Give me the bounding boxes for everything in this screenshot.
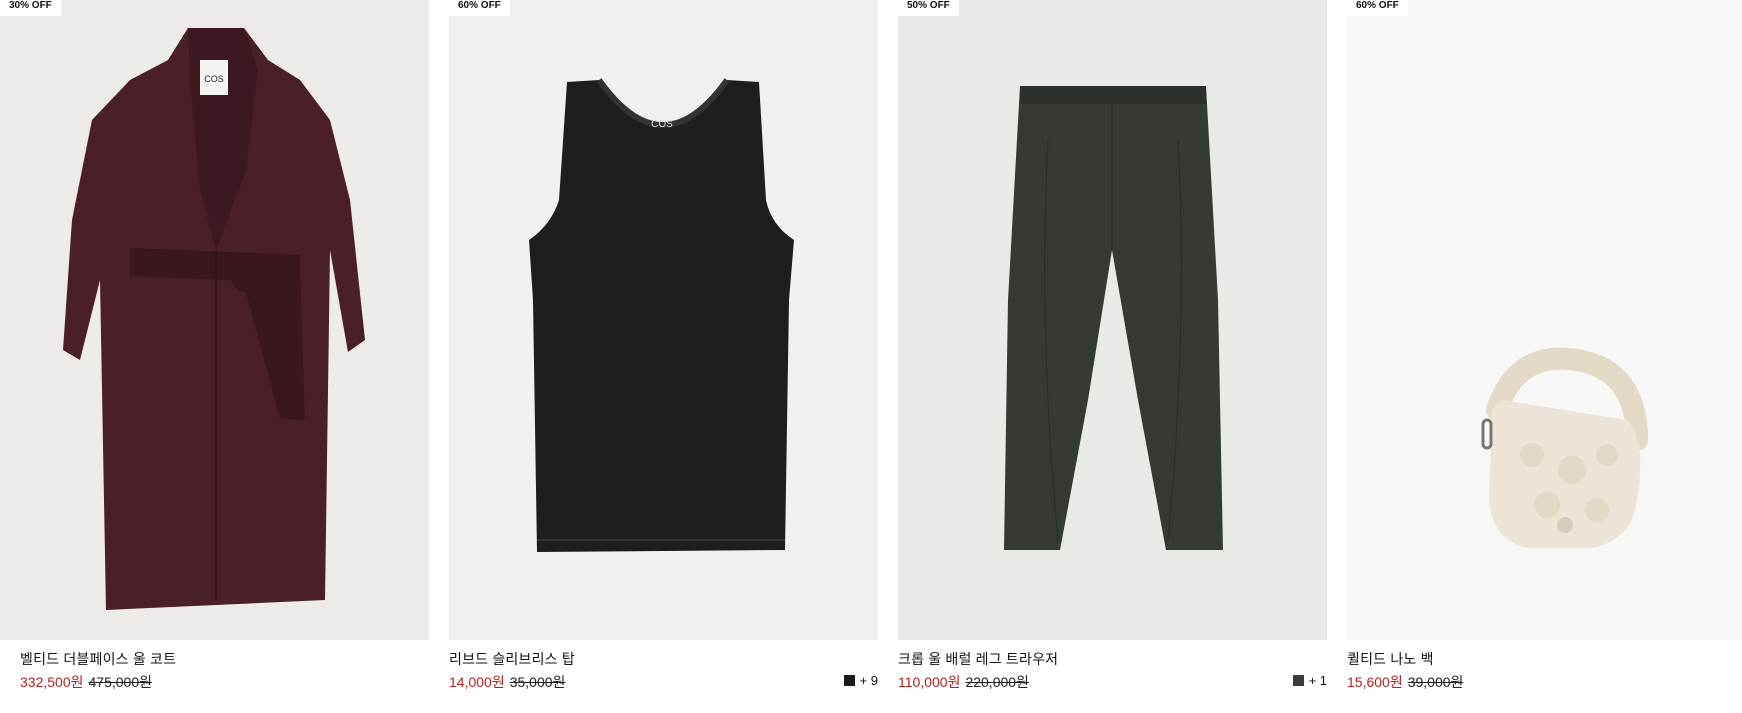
more-colors-count: + 1 [1308,673,1327,688]
product-name[interactable]: 벨티드 더블페이스 울 코트 [20,650,409,668]
original-price: 39,000원 [1407,674,1464,690]
product-prices: 14,000원 35,000원 [449,673,858,691]
product-card[interactable]: 60% OFF 퀼티드 나노 백 15,600원 39,000원 [1347,0,1742,713]
original-price: 220,000원 [965,674,1029,690]
original-price: 35,000원 [509,674,566,690]
original-price: 475,000원 [88,674,153,690]
product-prices: 332,500원 475,000원 [20,673,409,691]
sale-price: 332,500원 [20,674,84,690]
product-name[interactable]: 크롭 울 배럴 레그 트라우저 [898,650,1307,668]
color-swatch[interactable] [1292,675,1304,686]
product-name[interactable]: 리브드 슬리브리스 탑 [449,650,858,668]
product-grid: COS 30% OFF 벨티드 더블페이스 울 코트 332,500원 475,0… [0,0,1742,713]
discount-badge: 50% OFF [898,0,959,16]
trousers-image [898,0,1327,640]
sale-price: 110,000원 [898,674,961,690]
product-image-link[interactable]: COS 60% OFF [449,0,878,640]
discount-badge: 60% OFF [449,0,510,16]
product-image-link[interactable]: 50% OFF [898,0,1327,640]
discount-badge: 60% OFF [1347,0,1408,16]
sale-price: 14,000원 [449,674,505,690]
color-swatch[interactable] [843,675,855,686]
svg-text:COS: COS [204,74,224,84]
product-name[interactable]: 퀼티드 나노 백 [1347,650,1722,668]
product-info: 크롭 울 배럴 레그 트라우저 110,000원 220,000원 + 1 [898,640,1327,691]
product-card[interactable]: 50% OFF 크롭 울 배럴 레그 트라우저 110,000원 220,000원… [898,0,1327,713]
product-card[interactable]: COS 30% OFF 벨티드 더블페이스 울 코트 332,500원 475,0… [0,0,429,713]
tank-top-image: COS [449,0,878,640]
product-image-link[interactable]: 60% OFF [1347,0,1742,640]
discount-badge: 30% OFF [0,0,61,16]
product-image-link[interactable]: COS 30% OFF [0,0,429,640]
color-swatches[interactable]: + 1 [1292,673,1327,688]
sale-price: 15,600원 [1347,674,1403,690]
quilted-bag-image [1347,0,1742,640]
product-card[interactable]: COS 60% OFF 리브드 슬리브리스 탑 14,000원 35,000원 +… [449,0,878,713]
product-prices: 110,000원 220,000원 [898,673,1307,691]
product-info: 벨티드 더블페이스 울 코트 332,500원 475,000원 [0,640,429,691]
color-swatches[interactable]: + 9 [843,673,878,688]
wool-coat-image: COS [0,0,429,640]
svg-text:COS: COS [651,119,673,130]
more-colors-count: + 9 [859,673,878,688]
product-info: 리브드 슬리브리스 탑 14,000원 35,000원 + 9 [449,640,878,691]
product-info: 퀼티드 나노 백 15,600원 39,000원 [1347,640,1742,691]
product-prices: 15,600원 39,000원 [1347,673,1722,691]
